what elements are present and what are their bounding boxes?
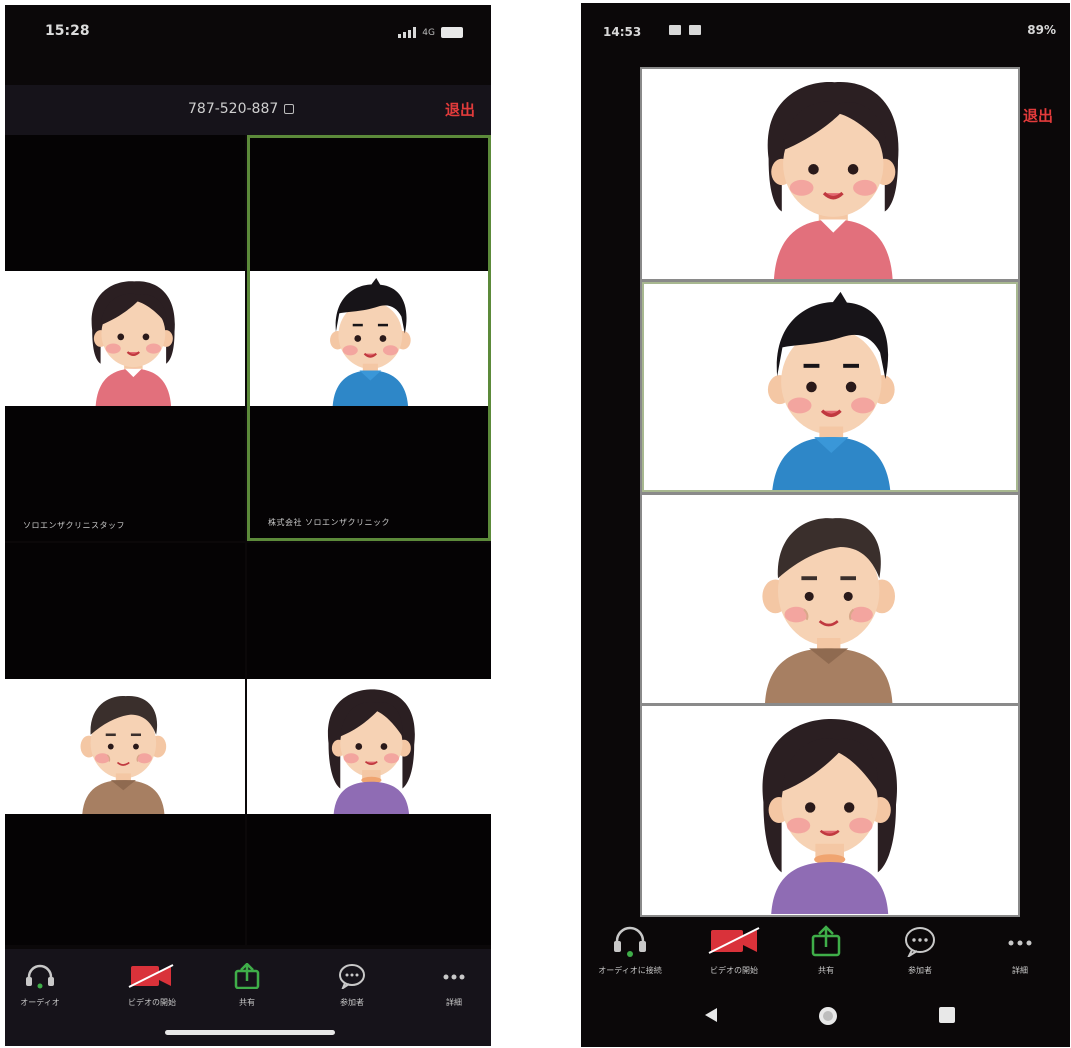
- participant-video: [250, 271, 488, 406]
- signal-icon: [398, 27, 417, 38]
- meeting-toolbar: オーディオに接続 ビデオの開始 共有 参加者 詳細: [581, 919, 1070, 989]
- participant-video: [5, 271, 245, 406]
- participant-name: 株式会社 ソロエンザクリニック: [268, 518, 391, 527]
- more-icon: [443, 974, 465, 980]
- meeting-id-text: 787-520-887: [188, 101, 279, 117]
- battery-level: 89%: [1027, 23, 1056, 37]
- chat-icon: [905, 927, 935, 957]
- meeting-id[interactable]: 787-520-887: [188, 101, 295, 117]
- video-off-icon: [128, 964, 174, 988]
- participant-list: [640, 67, 1020, 917]
- share-button[interactable]: 共有: [781, 925, 871, 976]
- network-type: 4G: [422, 27, 435, 38]
- home-icon: [819, 1007, 837, 1025]
- start-video-label: ビデオの開始: [710, 966, 758, 975]
- more-icon: [1008, 940, 1032, 946]
- avatar-man: [79, 694, 168, 814]
- audio-label: オーディオ: [20, 998, 60, 1007]
- share-label: 共有: [239, 998, 255, 1007]
- participant-tile[interactable]: ソロエンザクリニスタッフ: [5, 135, 245, 541]
- leave-button[interactable]: 退出: [1023, 105, 1053, 126]
- start-video-button[interactable]: ビデオの開始: [107, 963, 197, 1008]
- share-icon: [811, 925, 841, 957]
- battery-icon: [441, 27, 463, 38]
- participant-tile[interactable]: [642, 706, 1018, 915]
- start-video-label: ビデオの開始: [128, 998, 176, 1007]
- recents-icon: [939, 1007, 955, 1023]
- participants-button[interactable]: 参加者: [875, 925, 965, 976]
- leave-button[interactable]: 退出: [445, 99, 475, 120]
- participant-video: [5, 679, 245, 814]
- more-label: 詳細: [446, 998, 462, 1007]
- more-label: 詳細: [1012, 966, 1028, 975]
- avatar-woman: [761, 717, 899, 915]
- share-button[interactable]: 共有: [202, 963, 292, 1008]
- participants-label: 参加者: [908, 966, 932, 975]
- avatar-man: [760, 516, 897, 703]
- participant-tile[interactable]: [247, 543, 491, 945]
- start-video-button[interactable]: ビデオの開始: [689, 925, 779, 976]
- headphones-icon: [614, 926, 646, 957]
- back-button[interactable]: [701, 1005, 721, 1025]
- iphone-zoom-screen: 15:28 4G 787-520-887 退出 ソロエンザクリニスタッフ 株式会…: [5, 5, 491, 1046]
- meeting-header: 787-520-887 退出: [5, 85, 491, 135]
- avatar-girl: [90, 280, 176, 406]
- participant-tile[interactable]: [5, 543, 245, 945]
- participants-label: 参加者: [340, 998, 364, 1007]
- recents-button[interactable]: [937, 1005, 957, 1025]
- participant-tile[interactable]: [642, 69, 1018, 279]
- back-icon: [705, 1008, 717, 1022]
- connect-audio-label: オーディオに接続: [598, 966, 662, 975]
- more-button[interactable]: 詳細: [409, 963, 491, 1008]
- share-label: 共有: [818, 966, 834, 975]
- android-zoom-screen: 14:53 89% 退出 オーディオに接続 ビデオの開始 共有 参加者 詳細: [581, 3, 1070, 1047]
- participant-video: [247, 679, 491, 814]
- lock-icon: [284, 104, 295, 114]
- more-button[interactable]: 詳細: [975, 925, 1065, 976]
- notification-icon: [669, 25, 681, 35]
- video-off-icon: [708, 927, 760, 954]
- participant-tile-active-speaker[interactable]: [642, 282, 1018, 492]
- participant-tile[interactable]: [642, 495, 1018, 703]
- status-time: 15:28: [45, 23, 90, 39]
- home-indicator[interactable]: [165, 1030, 335, 1035]
- avatar-boy: [328, 276, 412, 406]
- connect-audio-button[interactable]: オーディオに接続: [585, 925, 675, 976]
- android-status-bar: 14:53 89%: [581, 3, 1070, 63]
- chat-icon: [339, 964, 365, 989]
- cast-icon: [689, 25, 701, 35]
- headphones-icon: [26, 964, 54, 989]
- status-icons: 4G: [398, 27, 463, 38]
- audio-button[interactable]: オーディオ: [5, 963, 85, 1008]
- participant-tile-active-speaker[interactable]: 株式会社 ソロエンザクリニック: [247, 135, 491, 541]
- ios-status-bar: 15:28 4G: [5, 5, 491, 61]
- avatar-boy: [765, 289, 897, 490]
- android-navigation-bar: [581, 991, 1070, 1047]
- participants-button[interactable]: 参加者: [307, 963, 397, 1008]
- home-button[interactable]: [817, 1005, 839, 1027]
- avatar-woman: [327, 688, 416, 814]
- share-icon: [234, 963, 260, 989]
- participant-grid: ソロエンザクリニスタッフ 株式会社 ソロエンザクリニック: [5, 135, 491, 945]
- participant-name: ソロエンザクリニスタッフ: [23, 521, 125, 530]
- avatar-girl: [766, 80, 901, 279]
- notification-icons: [669, 25, 701, 35]
- status-time: 14:53: [603, 25, 642, 39]
